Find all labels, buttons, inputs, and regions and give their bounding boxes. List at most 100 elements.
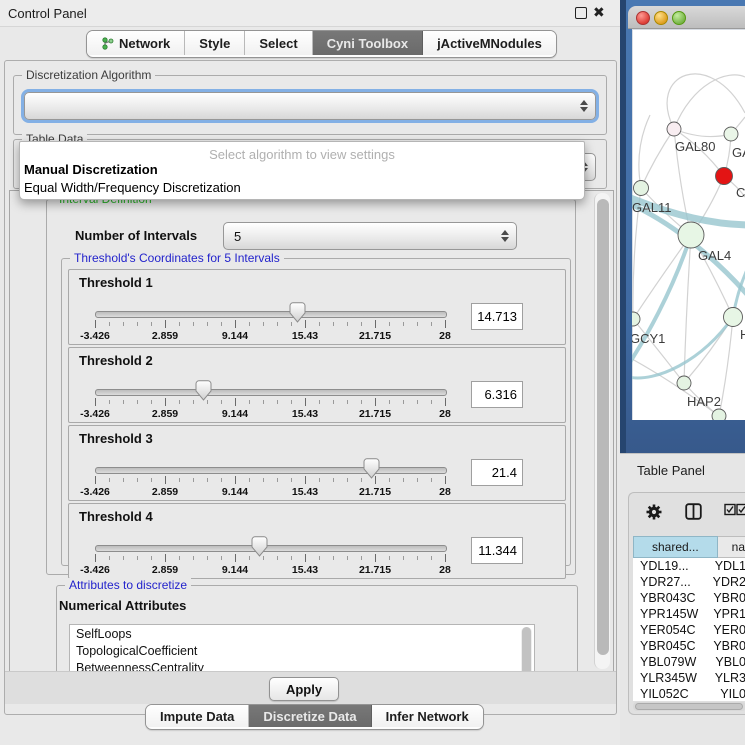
slider-tick [249,556,250,560]
tab-select[interactable]: Select [245,31,312,55]
tab-jactivemnodules-label: jActiveMNodules [437,36,542,51]
network-node[interactable] [678,222,704,248]
close-icon[interactable]: ✖ [593,4,605,21]
tab-impute-data[interactable]: Impute Data [146,705,249,727]
tab-network[interactable]: Network [87,31,185,55]
network-edge [641,129,674,188]
tab-discretize-data-label: Discretize Data [263,709,356,724]
gear-icon[interactable] [645,503,663,521]
slider-tick [319,322,320,326]
slider-thumb[interactable] [289,302,306,323]
scrollbar-thumb[interactable] [597,199,609,655]
threshold-value-field[interactable]: 11.344 [471,537,523,564]
slider-thumb[interactable] [195,380,212,401]
scrollbar-thumb[interactable] [522,627,531,672]
table-row[interactable]: YDL19...YDL1 [633,558,745,574]
popup-placeholder-item: Select algorithm to view settings [20,147,584,162]
slider-tick [165,554,166,562]
column-header-shared-name[interactable]: shared... [633,536,718,558]
network-node[interactable] [724,308,743,327]
slider-tick [109,400,110,404]
table-header-row: shared... na [633,536,745,558]
slider-tick [179,322,180,326]
slider-tick [389,478,390,482]
slider-thumb[interactable] [363,458,380,479]
table-row[interactable]: YER054CYER0 [633,622,745,638]
float-icon[interactable] [575,7,587,19]
table-row[interactable]: YPR145WYPR1 [633,606,745,622]
network-node-label: H [740,327,745,342]
numerical-attributes-list[interactable]: SelfLoopsTopologicalCoefficientBetweenne… [69,624,535,672]
application-window: Control Panel ✖ Network Style Select Cyn… [0,0,745,745]
slider-tick [347,400,348,404]
slider-tick [389,400,390,404]
threshold-card: Threshold 1-3.4262.8599.14415.4321.71528… [68,269,566,345]
select-columns-icon[interactable] [724,503,745,516]
slider-track[interactable] [95,311,447,318]
attribute-list-item[interactable]: TopologicalCoefficient [70,642,534,659]
attribute-list-item[interactable]: SelfLoops [70,625,534,642]
algorithm-combobox[interactable] [24,92,596,120]
slider-tick [333,556,334,560]
tab-infer-network[interactable]: Infer Network [372,705,483,727]
settings-vertical-scrollbar[interactable] [594,193,610,669]
network-node[interactable] [632,312,640,326]
slider-tick [277,322,278,326]
threshold-value-field[interactable]: 14.713 [471,303,523,330]
slider-tick [179,556,180,560]
slider-track[interactable] [95,467,447,474]
split-columns-icon[interactable] [685,503,702,520]
table-body[interactable]: YDL19...YDL1YDR27...YDR2YBR043CYBR0YPR14… [633,558,745,701]
network-canvas[interactable]: GAL80GACGAL11GAL4GCY1HHAP2 [632,29,745,420]
column-header-name[interactable]: na [718,536,745,558]
cell-name: YBL0 [707,654,745,670]
network-node-label: HAP2 [687,394,721,409]
slider-tick [165,320,166,328]
number-of-intervals-combobox[interactable]: 5 [223,222,517,250]
attributes-list-scrollbar[interactable] [521,627,532,672]
popup-item-equal-width-frequency[interactable]: Equal Width/Frequency Discretization [24,180,241,195]
network-node[interactable] [716,168,733,185]
slider-tick [319,556,320,560]
popup-item-manual-discretization[interactable]: Manual Discretization [24,162,158,177]
tab-jactivemnodules[interactable]: jActiveMNodules [423,31,556,55]
slider-tick [137,400,138,404]
network-node[interactable] [712,409,726,420]
slider-track[interactable] [95,545,447,552]
apply-button[interactable]: Apply [269,677,339,701]
tab-cyni-toolbox[interactable]: Cyni Toolbox [313,31,423,55]
slider-tick [445,398,446,406]
minimize-traffic-light[interactable] [654,11,668,25]
slider-tick [151,322,152,326]
table-horizontal-scrollbar[interactable] [633,702,745,711]
slider-tick [347,478,348,482]
table-row[interactable]: YBL079WYBL0 [633,654,745,670]
tab-discretize-data[interactable]: Discretize Data [249,705,371,727]
zoom-traffic-light[interactable] [672,11,686,25]
table-row[interactable]: YBR043CYBR0 [633,590,745,606]
cell-shared-name: YBR043C [633,590,705,606]
slider-tick-label: 28 [415,486,475,498]
slider-tick [193,322,194,326]
tab-style[interactable]: Style [185,31,245,55]
network-window-titlebar [628,6,745,29]
network-node[interactable] [634,181,649,196]
close-traffic-light[interactable] [636,11,650,25]
table-row[interactable]: YDR27...YDR2 [633,574,745,590]
scrollbar-thumb[interactable] [635,703,743,710]
table-row[interactable]: YBR045CYBR0 [633,638,745,654]
network-node[interactable] [677,376,691,390]
slider-tick-label: 21.715 [345,330,405,342]
network-node[interactable] [667,122,681,136]
threshold-value-field[interactable]: 6.316 [471,381,523,408]
slider-tick-label: -3.426 [65,486,125,498]
slider-thumb[interactable] [251,536,268,557]
network-node[interactable] [724,127,738,141]
table-row[interactable]: YLR345WYLR3 [633,670,745,686]
table-row[interactable]: YIL052CYIL0 [633,686,745,701]
slider-track[interactable] [95,389,447,396]
threshold-value-field[interactable]: 21.4 [471,459,523,486]
slider-tick [403,400,404,404]
slider-tick [445,320,446,328]
top-tab-bar: Network Style Select Cyni Toolbox jActiv… [86,30,557,58]
